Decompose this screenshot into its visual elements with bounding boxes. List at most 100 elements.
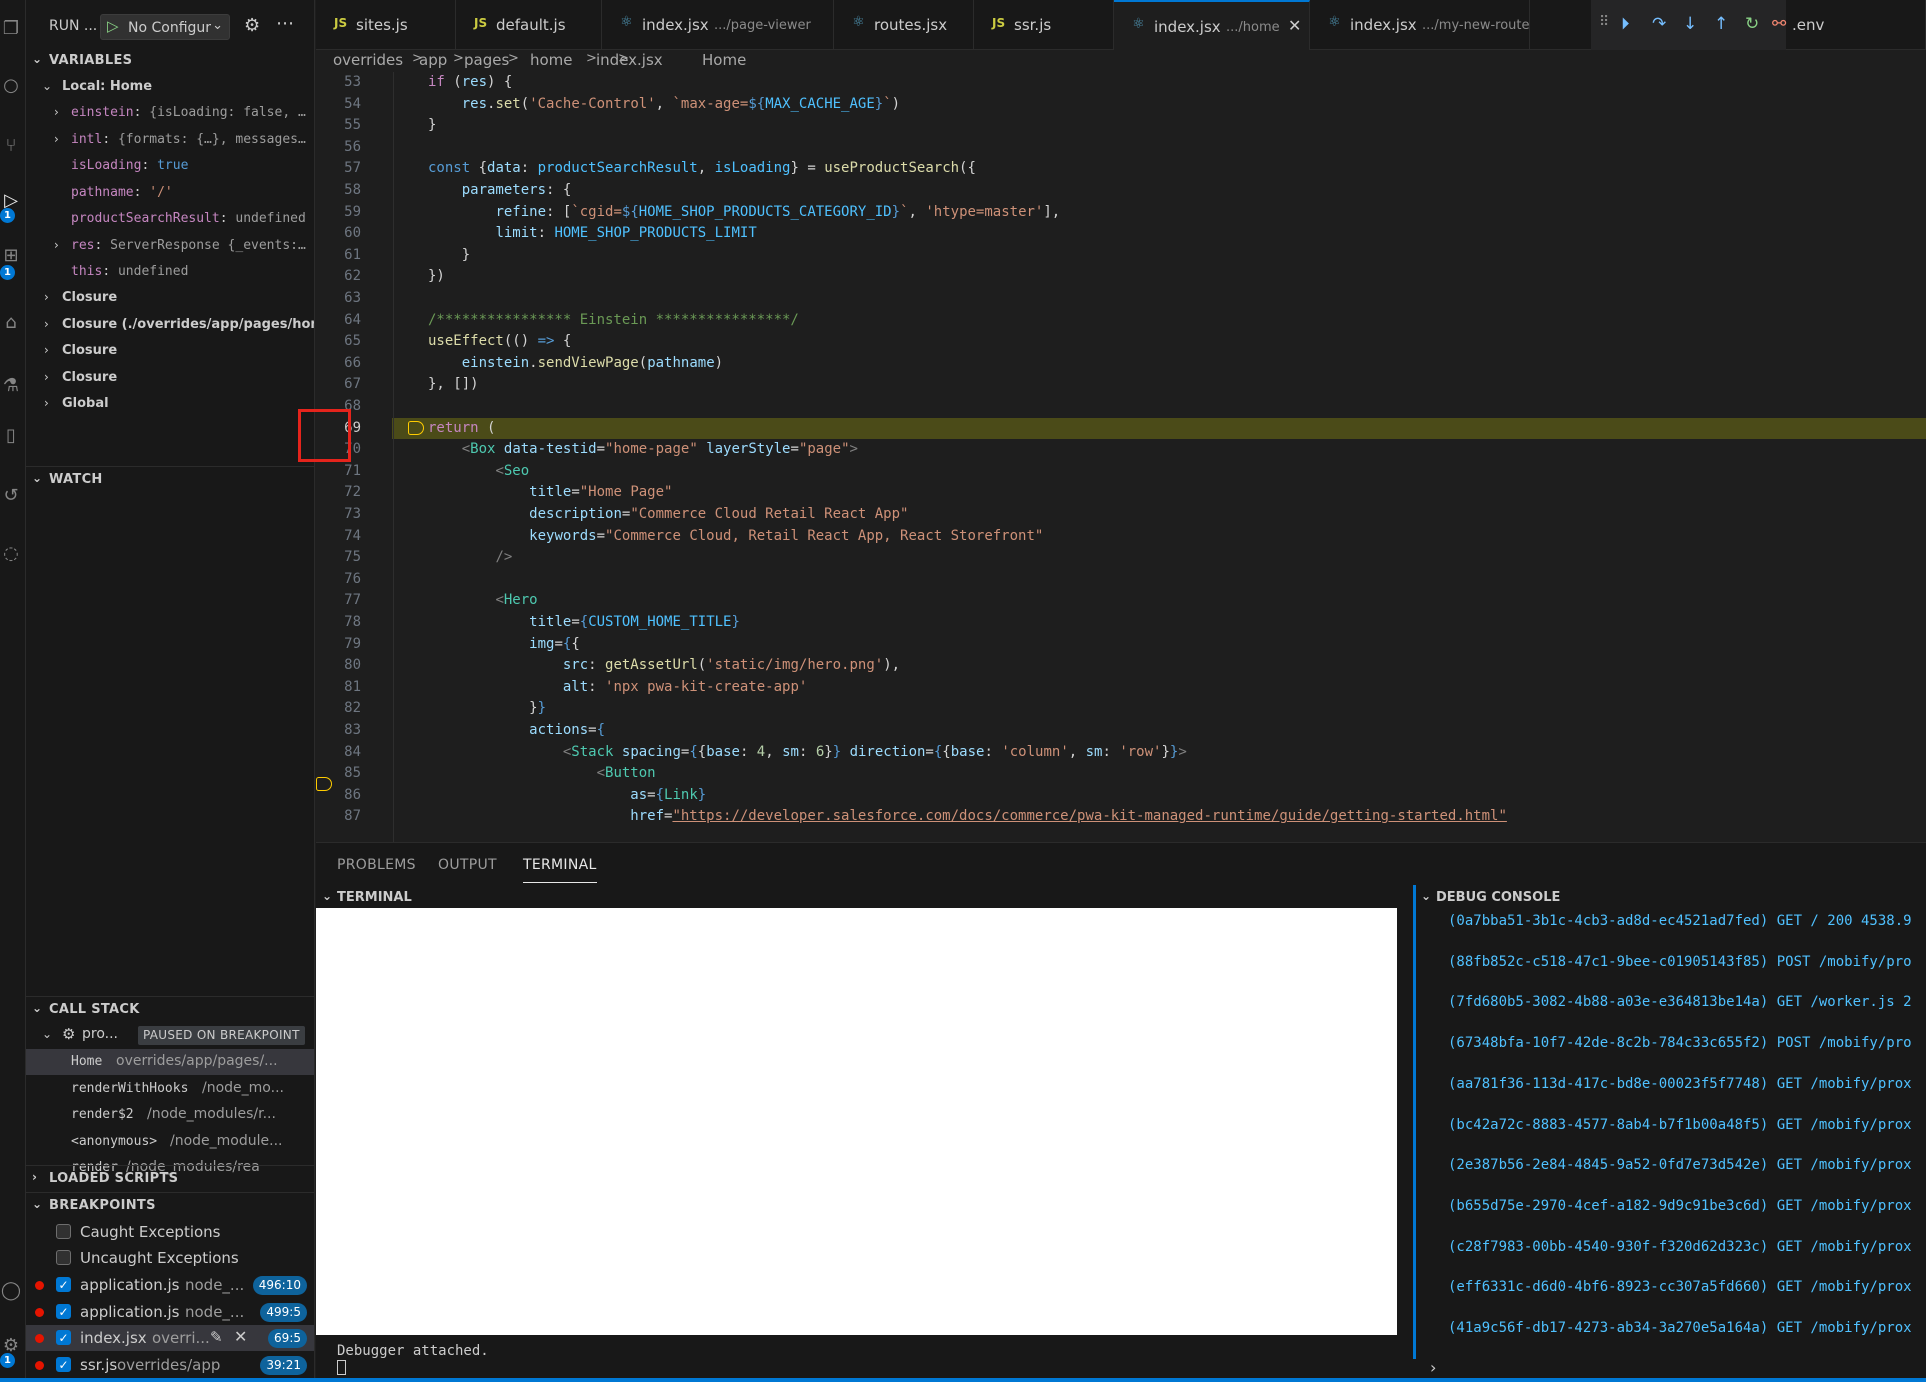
variable-row[interactable]: › res: ServerResponse {_events:…	[26, 233, 314, 259]
more-actions-icon[interactable]: ⋯	[276, 13, 294, 34]
gutter-breakpoint[interactable]	[316, 428, 332, 791]
editor-tab[interactable]: ⚛ index.jsx .../page-viewer	[602, 0, 834, 50]
code-line[interactable]: 69 return (	[344, 417, 1926, 439]
breakpoints-header[interactable]: ⌄ BREAKPOINTS	[26, 1193, 314, 1219]
scope-row[interactable]: › Closure	[26, 365, 314, 391]
scope-row[interactable]: › Closure (./overrides/app/pages/home	[26, 312, 314, 338]
code-line[interactable]: 66 einstein.sendViewPage(pathname)	[316, 353, 1926, 374]
breadcrumb-item[interactable]: index.jsx	[596, 51, 663, 69]
remote-explorer-icon[interactable]: ⌂	[0, 312, 22, 334]
breadcrumb-item[interactable]: pages	[464, 51, 509, 69]
accounts-icon[interactable]: ◯	[0, 1280, 22, 1302]
terminal-output[interactable]	[316, 908, 1397, 1335]
uncaught-exceptions-checkbox[interactable]	[56, 1250, 71, 1265]
tab-output[interactable]: OUTPUT	[438, 857, 497, 873]
code-line[interactable]: 59 refine: [`cgid=${HOME_SHOP_PRODUCTS_C…	[316, 202, 1926, 223]
timeline-icon[interactable]: ◌	[0, 543, 22, 565]
code-line[interactable]: 84 <Stack spacing={{base: 4, sm: 6}} dir…	[316, 742, 1926, 763]
code-line[interactable]: 56	[316, 137, 1926, 158]
remove-breakpoint-icon[interactable]: ✕	[234, 1327, 247, 1346]
live-share-icon[interactable]: ↺	[0, 485, 22, 507]
scope-row[interactable]: › Closure	[26, 285, 314, 311]
callstack-process[interactable]: ⌄ ⚙ pro... PAUSED ON BREAKPOINT	[26, 1022, 314, 1048]
breakpoint-paused-icon[interactable]	[316, 777, 332, 791]
edit-breakpoint-icon[interactable]: ✎	[210, 1328, 223, 1346]
code-line[interactable]: 60 limit: HOME_SHOP_PRODUCTS_LIMIT	[316, 223, 1926, 244]
variable-row[interactable]: this: undefined	[26, 259, 314, 285]
code-line[interactable]: 82 }}	[316, 698, 1926, 719]
breakpoint-row[interactable]: ✓ index.jsx overri... ✎ ✕ 69:5	[26, 1325, 314, 1351]
editor-tab[interactable]: ⚛ index.jsx .../my-new-route	[1310, 0, 1530, 50]
start-debugging-icon[interactable]: ▷	[107, 17, 119, 35]
code-line[interactable]: 54 res.set('Cache-Control', `max-age=${M…	[316, 94, 1926, 115]
breakpoint-checkbox[interactable]: ✓	[56, 1277, 71, 1292]
step-out-icon[interactable]: ↑	[1714, 14, 1728, 34]
code-line[interactable]: 68	[316, 396, 1926, 417]
restart-icon[interactable]: ↻	[1745, 14, 1759, 34]
code-line[interactable]: 67}, [])	[316, 374, 1926, 395]
code-line[interactable]: 65 useEffect(() => {	[316, 331, 1926, 352]
editor-tab[interactable]: ⚛ index.jsx .../home ✕	[1114, 0, 1310, 50]
code-line[interactable]: 79 img={{	[316, 634, 1926, 655]
breadcrumb-item[interactable]: Home	[702, 51, 746, 69]
terminal-header[interactable]: ⌄ TERMINAL	[316, 885, 1410, 909]
scope-row[interactable]: › Global	[26, 391, 314, 417]
code-line[interactable]: 71 <Seo	[316, 461, 1926, 482]
code-line[interactable]: 70 <Box data-testid="home-page" layerSty…	[316, 439, 1926, 460]
editor-tab[interactable]: .env	[1786, 0, 1926, 50]
code-line[interactable]: 76	[316, 569, 1926, 590]
extensions-icon[interactable]: ⊞	[0, 245, 22, 267]
breadcrumb-item[interactable]: overrides	[333, 51, 403, 69]
gear-icon[interactable]: ⚙	[244, 15, 260, 36]
code-line[interactable]: 74 keywords="Commerce Cloud, Retail Reac…	[316, 526, 1926, 547]
watch-section-header[interactable]: ⌄ WATCH	[26, 467, 314, 493]
caught-exceptions-checkbox[interactable]	[56, 1224, 71, 1239]
breakpoint-checkbox[interactable]: ✓	[56, 1303, 71, 1319]
breakpoint-checkbox[interactable]: ✓	[56, 1356, 71, 1372]
code-line[interactable]: 61 }	[316, 245, 1926, 266]
code-line[interactable]: 57 const {data: productSearchResult, isLo…	[316, 158, 1926, 179]
close-tab-icon[interactable]: ✕	[1288, 16, 1301, 35]
code-line[interactable]: 75 />	[316, 547, 1926, 568]
scope-row[interactable]: › Closure	[26, 338, 314, 364]
code-line[interactable]: 55}	[316, 115, 1926, 136]
callstack-frame[interactable]: Home overrides/app/pages/...	[26, 1049, 314, 1075]
code-line[interactable]: 86 as={Link}	[316, 785, 1926, 806]
variable-row[interactable]: isLoading: true	[26, 153, 314, 179]
breakpoint-row[interactable]: ✓ application.js node_... 496:10	[26, 1272, 314, 1298]
debug-console-header[interactable]: ⌄ DEBUG CONSOLE	[1413, 885, 1926, 909]
editor-tab[interactable]: JS default.js	[456, 0, 602, 50]
code-line[interactable]: 81 alt: 'npx pwa-kit-create-app'	[316, 677, 1926, 698]
code-line[interactable]: 64 /**************** Einstein ***********…	[316, 310, 1926, 331]
breakpoint-checkbox[interactable]: ✓	[56, 1330, 71, 1345]
explorer-icon[interactable]: ❐	[0, 18, 22, 40]
tab-terminal[interactable]: TERMINAL	[523, 857, 597, 883]
step-into-icon[interactable]: ↓	[1683, 14, 1697, 34]
editor-tab[interactable]: JS ssr.js	[974, 0, 1114, 50]
debug-console-output[interactable]: (0a7bba51-3b1c-4cb3-ad8d-ec4521ad7fed) G…	[1413, 909, 1926, 1359]
docker-icon[interactable]: ▯	[0, 425, 22, 447]
drag-handle-icon[interactable]: ⠿	[1599, 14, 1609, 30]
code-line[interactable]: 62})	[316, 266, 1926, 287]
step-over-icon[interactable]: ↷	[1652, 14, 1666, 34]
code-line[interactable]: 80 src: getAssetUrl('static/img/hero.png…	[316, 655, 1926, 676]
breakpoint-row[interactable]: ✓ ssr.js overrides/app 39:21	[26, 1352, 314, 1378]
code-line[interactable]: 53 if (res) {	[316, 72, 1926, 93]
tab-problems[interactable]: PROBLEMS	[337, 857, 416, 873]
variable-row[interactable]: productSearchResult: undefined	[26, 206, 314, 232]
variable-row[interactable]: pathname: '/'	[26, 180, 314, 206]
code-line[interactable]: 78 title={CUSTOM_HOME_TITLE}	[316, 612, 1926, 633]
breakpoint-row[interactable]: ✓ application.js node_... 499:5	[26, 1299, 314, 1325]
variable-row[interactable]: › einstein: {isLoading: false, …	[26, 100, 314, 126]
search-icon[interactable]: ○	[0, 75, 22, 97]
variables-section-header[interactable]: ⌄ VARIABLES	[26, 48, 314, 74]
code-line[interactable]: 87 href="https://developer.salesforce.co…	[316, 806, 1926, 827]
loaded-scripts-header[interactable]: › LOADED SCRIPTS	[26, 1166, 314, 1192]
editor-tab[interactable]: JS sites.js	[316, 0, 456, 50]
source-control-icon[interactable]: ⑂	[0, 135, 22, 157]
callstack-frame[interactable]: render$2/node_modules/r...	[26, 1102, 314, 1128]
disconnect-icon[interactable]: ⚯	[1772, 14, 1786, 34]
callstack-section-header[interactable]: ⌄ CALL STACK	[26, 997, 314, 1023]
scope-local[interactable]: ⌄ Local: Home	[26, 74, 314, 100]
breadcrumb-item[interactable]: app	[419, 51, 447, 69]
